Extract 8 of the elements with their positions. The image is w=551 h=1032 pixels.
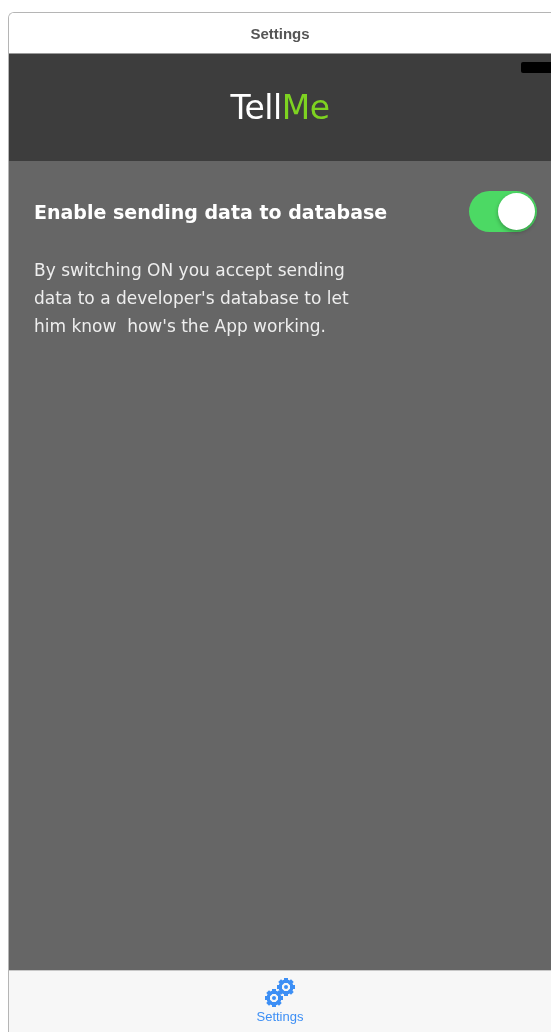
settings-icon xyxy=(263,977,297,1009)
battery-icon xyxy=(521,62,551,73)
window-title: Settings xyxy=(250,24,310,42)
tab-item[interactable]: Settings xyxy=(256,971,304,1032)
app-logo: TellMe xyxy=(230,88,330,127)
setting-description: By switching ON you accept sending data to a developer's database to let him know how's the App working. xyxy=(34,259,350,338)
toggle-switch[interactable] xyxy=(469,191,537,232)
setting-label: Enable sending data to database xyxy=(34,200,388,223)
